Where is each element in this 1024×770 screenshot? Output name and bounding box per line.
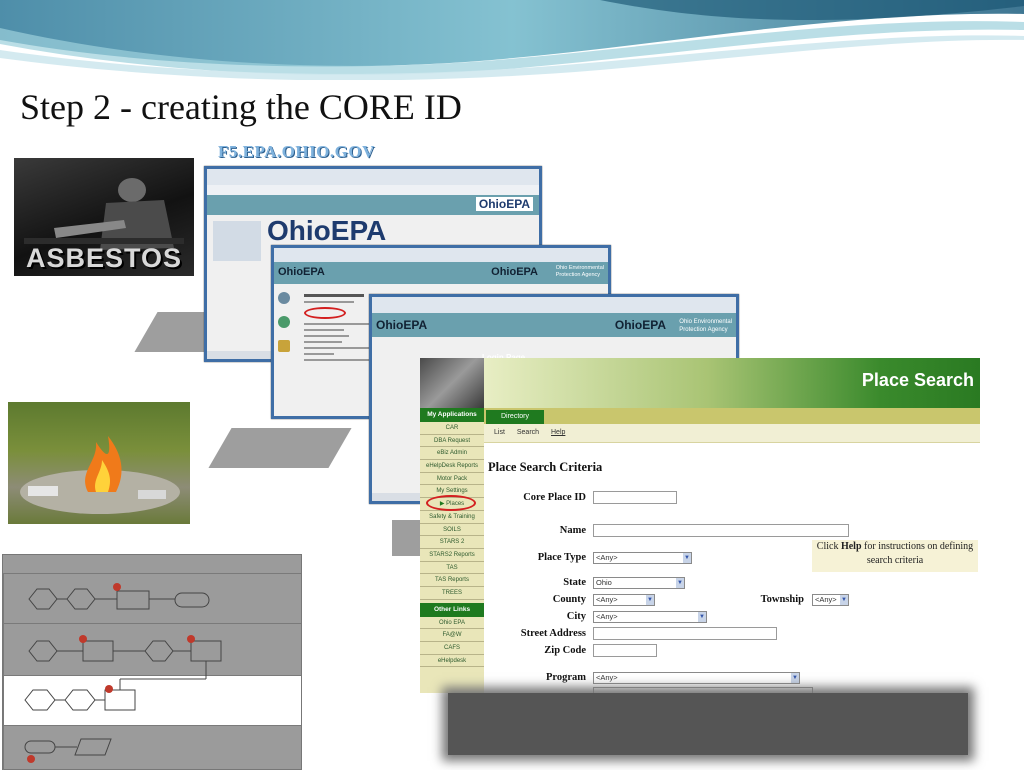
- drop-shadow: [208, 428, 352, 468]
- section-title: Place Search Criteria: [488, 460, 603, 474]
- url-caption: F5.EPA.OHIO.GOV: [218, 142, 375, 161]
- site-banner: OhioEPA OhioEPA Ohio Environmental Protec…: [274, 262, 608, 284]
- drop-shadow: [392, 520, 422, 556]
- township-label: Township: [760, 594, 804, 605]
- browser-toolbar: [207, 169, 539, 186]
- left-icons: [278, 292, 296, 372]
- sidebar-item-motor-pack[interactable]: Motor Pack: [420, 473, 484, 486]
- sidebar-item-tas[interactable]: TAS: [420, 562, 484, 575]
- sidebar-item-safety-training[interactable]: Safety & Training: [420, 511, 484, 524]
- asbestos-photo: ASBESTOS: [14, 158, 194, 276]
- street-address-label: Street Address: [520, 628, 586, 639]
- header-band: Place Search: [484, 358, 980, 408]
- browser-toolbar: [372, 297, 736, 314]
- county-label: County: [552, 594, 586, 605]
- subnav-help[interactable]: Help: [551, 429, 565, 436]
- zip-code-input[interactable]: [593, 644, 657, 657]
- place-type-select[interactable]: <Any> ▼: [593, 552, 692, 564]
- sidebar-item-ehelpdesk-reports[interactable]: eHelpDesk Reports: [420, 460, 484, 473]
- search-content: Directory List Search Help Place Search …: [484, 408, 980, 693]
- tab-directory[interactable]: Directory: [486, 410, 544, 424]
- program-select[interactable]: <Any> ▼: [593, 672, 800, 684]
- place-type-label: Place Type: [537, 552, 586, 563]
- sidebar-item-places[interactable]: ▶ Places: [420, 495, 484, 512]
- globe-icon: [278, 292, 290, 304]
- sidebar-item-stars2[interactable]: STARS 2: [420, 536, 484, 549]
- core-place-id-input[interactable]: [593, 491, 677, 504]
- highlight-circle: [426, 495, 476, 512]
- program-label: Program: [545, 672, 586, 683]
- sidebar-item-ehelpdesk[interactable]: eHelpdesk: [420, 655, 484, 668]
- sidebar-item-trees[interactable]: TREES: [420, 587, 484, 600]
- subnav-search[interactable]: Search: [517, 429, 539, 436]
- state-select[interactable]: Ohio ▼: [593, 577, 685, 589]
- sidebar-heading-applications: My Applications: [420, 408, 484, 422]
- chevron-down-icon: ▼: [646, 595, 654, 605]
- township-select[interactable]: <Any> ▼: [812, 594, 849, 606]
- search-icon: [278, 316, 290, 328]
- sidebar-item-faw[interactable]: FA@W: [420, 629, 484, 642]
- asbestos-label: ASBESTOS: [25, 243, 183, 273]
- chevron-down-icon: ▼: [676, 578, 684, 588]
- browser-tabs: [207, 185, 539, 195]
- state-label: State: [563, 577, 586, 588]
- site-banner: OhioEPA: [207, 195, 539, 215]
- ohioepa-logo-right: OhioEPA: [614, 318, 666, 332]
- sidebar-item-ebiz-admin[interactable]: eBiz Admin: [420, 447, 484, 461]
- app-sidebar: My Applications CAR DBA Request eBiz Adm…: [420, 408, 484, 693]
- login-panel: [213, 221, 261, 261]
- chevron-down-icon: ▼: [791, 673, 799, 683]
- header-photo: [420, 358, 484, 408]
- process-flowchart: [2, 554, 302, 770]
- name-input[interactable]: [593, 524, 849, 537]
- city-label: City: [566, 611, 586, 622]
- page-title: Place Search: [861, 370, 974, 390]
- person-icon: [278, 340, 290, 352]
- street-address-input[interactable]: [593, 627, 777, 640]
- flow-shapes: [24, 583, 222, 763]
- subnav-list[interactable]: List: [494, 429, 505, 436]
- county-select[interactable]: <Any> ▼: [593, 594, 655, 606]
- ohioepa-logo: OhioEPA: [376, 318, 428, 332]
- sub-nav: List Search Help: [484, 424, 980, 443]
- agency-name: Ohio Environmental Protection Agency: [555, 265, 604, 278]
- bottom-shadow: [448, 693, 968, 755]
- sidebar-item-car[interactable]: CAR: [420, 422, 484, 435]
- agency-name: Ohio Environmental Protection Agency: [679, 319, 732, 333]
- place-search-screenshot: Place Search My Applications CAR DBA Req…: [420, 358, 980, 693]
- chevron-down-icon: ▼: [840, 595, 848, 605]
- sidebar-item-dba-request[interactable]: DBA Request: [420, 435, 484, 448]
- sidebar-item-ohio-epa[interactable]: Ohio EPA: [420, 617, 484, 630]
- fire-figure: [20, 436, 180, 514]
- zip-code-label: Zip Code: [544, 645, 586, 656]
- slide-title: Step 2 - creating the CORE ID: [20, 87, 462, 127]
- tab-bar: Directory: [484, 408, 980, 424]
- name-label: Name: [559, 525, 586, 536]
- help-hint: Click Help for instructions on defining …: [812, 540, 978, 572]
- sidebar-item-soils[interactable]: SOILS: [420, 524, 484, 537]
- header-wave: [0, 0, 1024, 80]
- chevron-down-icon: ▼: [698, 612, 706, 622]
- sidebar-item-stars2-reports[interactable]: STARS2 Reports: [420, 549, 484, 562]
- city-select[interactable]: <Any> ▼: [593, 611, 707, 623]
- ohioepa-logo-right: OhioEPA: [491, 266, 538, 278]
- ohioepa-logo: OhioEPA: [475, 197, 533, 211]
- highlight-circle: [304, 307, 346, 319]
- sidebar-item-cafs[interactable]: CAFS: [420, 642, 484, 655]
- burning-photo: [8, 402, 190, 524]
- ohioepa-big-logo: OhioEPA: [267, 215, 387, 246]
- site-banner: OhioEPA OhioEPA Ohio Environmental Protec…: [372, 313, 736, 337]
- core-place-id-label: Core Place ID: [523, 492, 586, 503]
- sidebar-item-tas-reports[interactable]: TAS Reports: [420, 574, 484, 587]
- sidebar-heading-other-links: Other Links: [420, 602, 484, 617]
- ohioepa-logo: OhioEPA: [278, 266, 325, 278]
- chevron-down-icon: ▼: [683, 553, 691, 563]
- browser-toolbar: [274, 248, 608, 263]
